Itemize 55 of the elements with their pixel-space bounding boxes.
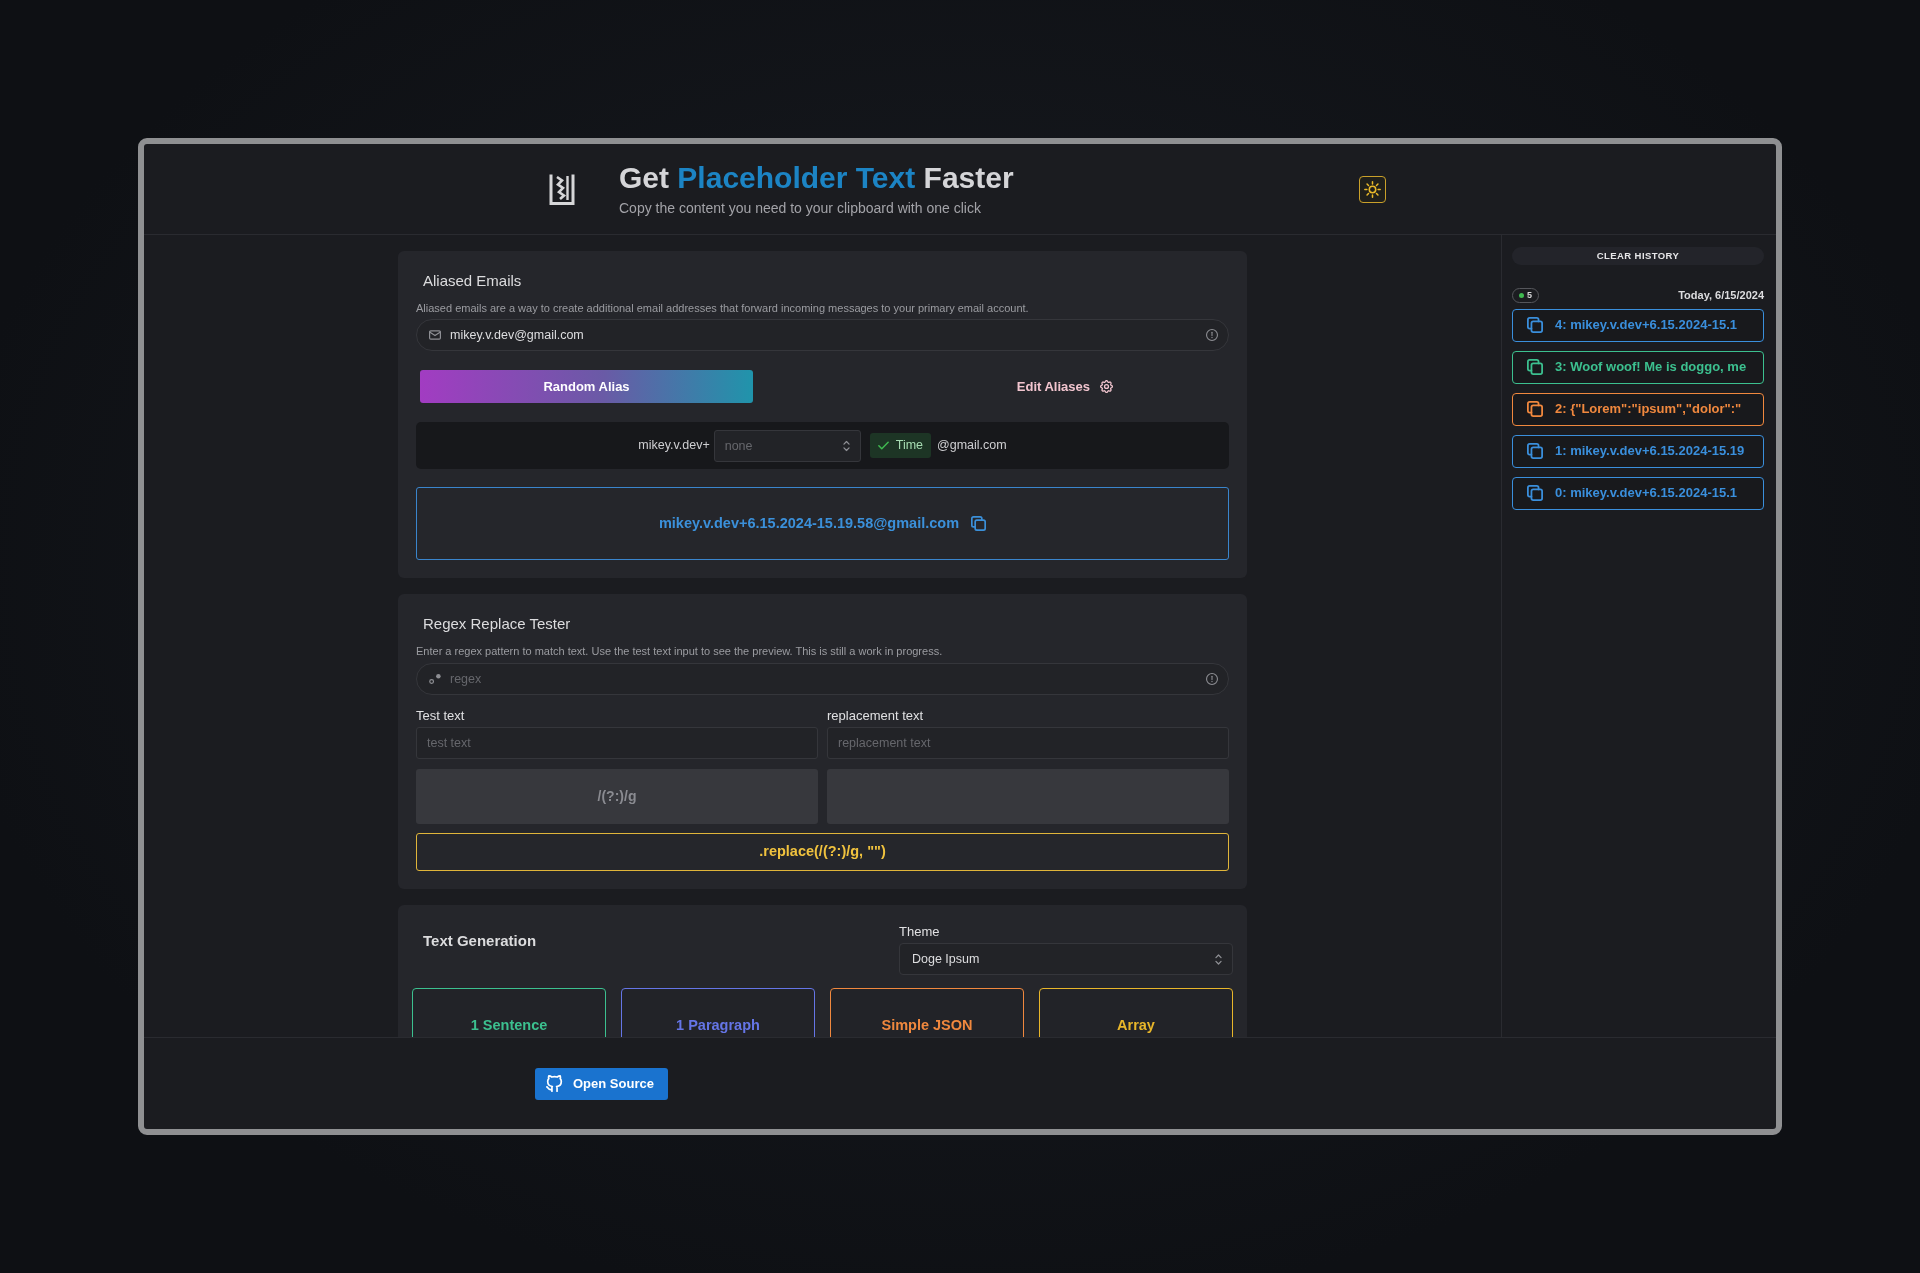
history-item[interactable]: 2: {"Lorem":"ipsum","dolor":" [1512, 392, 1764, 426]
chevron-updown-icon [1215, 953, 1222, 965]
replace-call-output: .replace(/(?:)/g, "") [416, 833, 1229, 871]
field-label: replacement text [827, 708, 925, 724]
theme-toggle-button[interactable] [1359, 175, 1386, 203]
regex-field[interactable]: regex [416, 663, 1229, 695]
random-alias-button[interactable]: Random Alias [420, 370, 753, 403]
time-toggle[interactable]: Time [869, 433, 932, 458]
sun-icon [1364, 180, 1381, 198]
replacement-text-field[interactable]: replacement text [827, 727, 1229, 759]
clear-history-button[interactable]: CLEAR HISTORY [1512, 247, 1764, 265]
mail-icon [429, 330, 441, 340]
history-item[interactable]: 4: mikey.v.dev+6.15.2024-15.1 [1512, 308, 1764, 342]
copy-icon [1527, 485, 1543, 501]
page-title: Get Placeholder Text Faster [619, 160, 1014, 196]
alias-prefix: mikey.v.dev+ [638, 437, 710, 455]
settings-icon [1100, 380, 1113, 393]
tag-select[interactable]: none [713, 429, 861, 462]
panel-title: Text Generation [423, 931, 537, 951]
exclamation-circle-icon [1206, 329, 1218, 341]
history-item[interactable]: 3: Woof woof! Me is doggo, me [1512, 350, 1764, 384]
panel-description: Enter a regex pattern to match text. Use the test text input to see the preview. This is still a work in progress. [416, 644, 944, 658]
email-field[interactable]: mikey.v.dev@gmail.com [416, 319, 1229, 351]
regex-icon [429, 673, 441, 685]
panel-description: Aliased emails are a way to create additional email addresses that forward incoming messages to your primary email account. [416, 301, 1030, 315]
history-item[interactable]: 0: mikey.v.dev+6.15.2024-15.1 [1512, 476, 1764, 510]
open-source-button[interactable]: Open Source [535, 1067, 668, 1100]
panel-title: Regex Replace Tester [423, 614, 572, 634]
edit-aliases-button[interactable]: Edit Aliases [1016, 376, 1113, 397]
copy-icon [1527, 317, 1543, 333]
theme-select[interactable]: Doge Ipsum [899, 943, 1233, 975]
copy-icon [1527, 401, 1543, 417]
alias-suffix: @gmail.com [937, 437, 1007, 455]
pattern-preview: /(?:)/g [416, 769, 818, 824]
history-item[interactable]: 1: mikey.v.dev+6.15.2024-15.19 [1512, 434, 1764, 468]
alias-result-button[interactable]: mikey.v.dev+6.15.2024-15.19.58@gmail.com [416, 487, 1229, 560]
panel-title: Aliased Emails [423, 271, 523, 291]
logo-icon [549, 173, 575, 205]
field-label: Test text [416, 708, 466, 724]
copy-icon [1527, 443, 1543, 459]
generate-button[interactable]: 1 Paragraph [621, 988, 815, 1037]
copy-icon [971, 516, 987, 531]
page-subtitle: Copy the content you need to your clipboard with one click [619, 199, 982, 218]
test-text-field[interactable]: test text [416, 727, 818, 759]
generate-button[interactable]: Simple JSON [830, 988, 1024, 1037]
copy-icon [1527, 359, 1543, 375]
generate-button[interactable]: 1 Sentence [412, 988, 606, 1037]
exclamation-circle-icon [1206, 673, 1218, 685]
field-label: Theme [899, 924, 941, 940]
check-icon [877, 441, 889, 450]
chevron-updown-icon [842, 440, 850, 451]
generate-button[interactable]: Array [1039, 988, 1233, 1037]
github-icon [546, 1075, 563, 1092]
status-dot-icon [1519, 292, 1524, 298]
history-date: Today, 6/15/2024 [1678, 288, 1764, 303]
